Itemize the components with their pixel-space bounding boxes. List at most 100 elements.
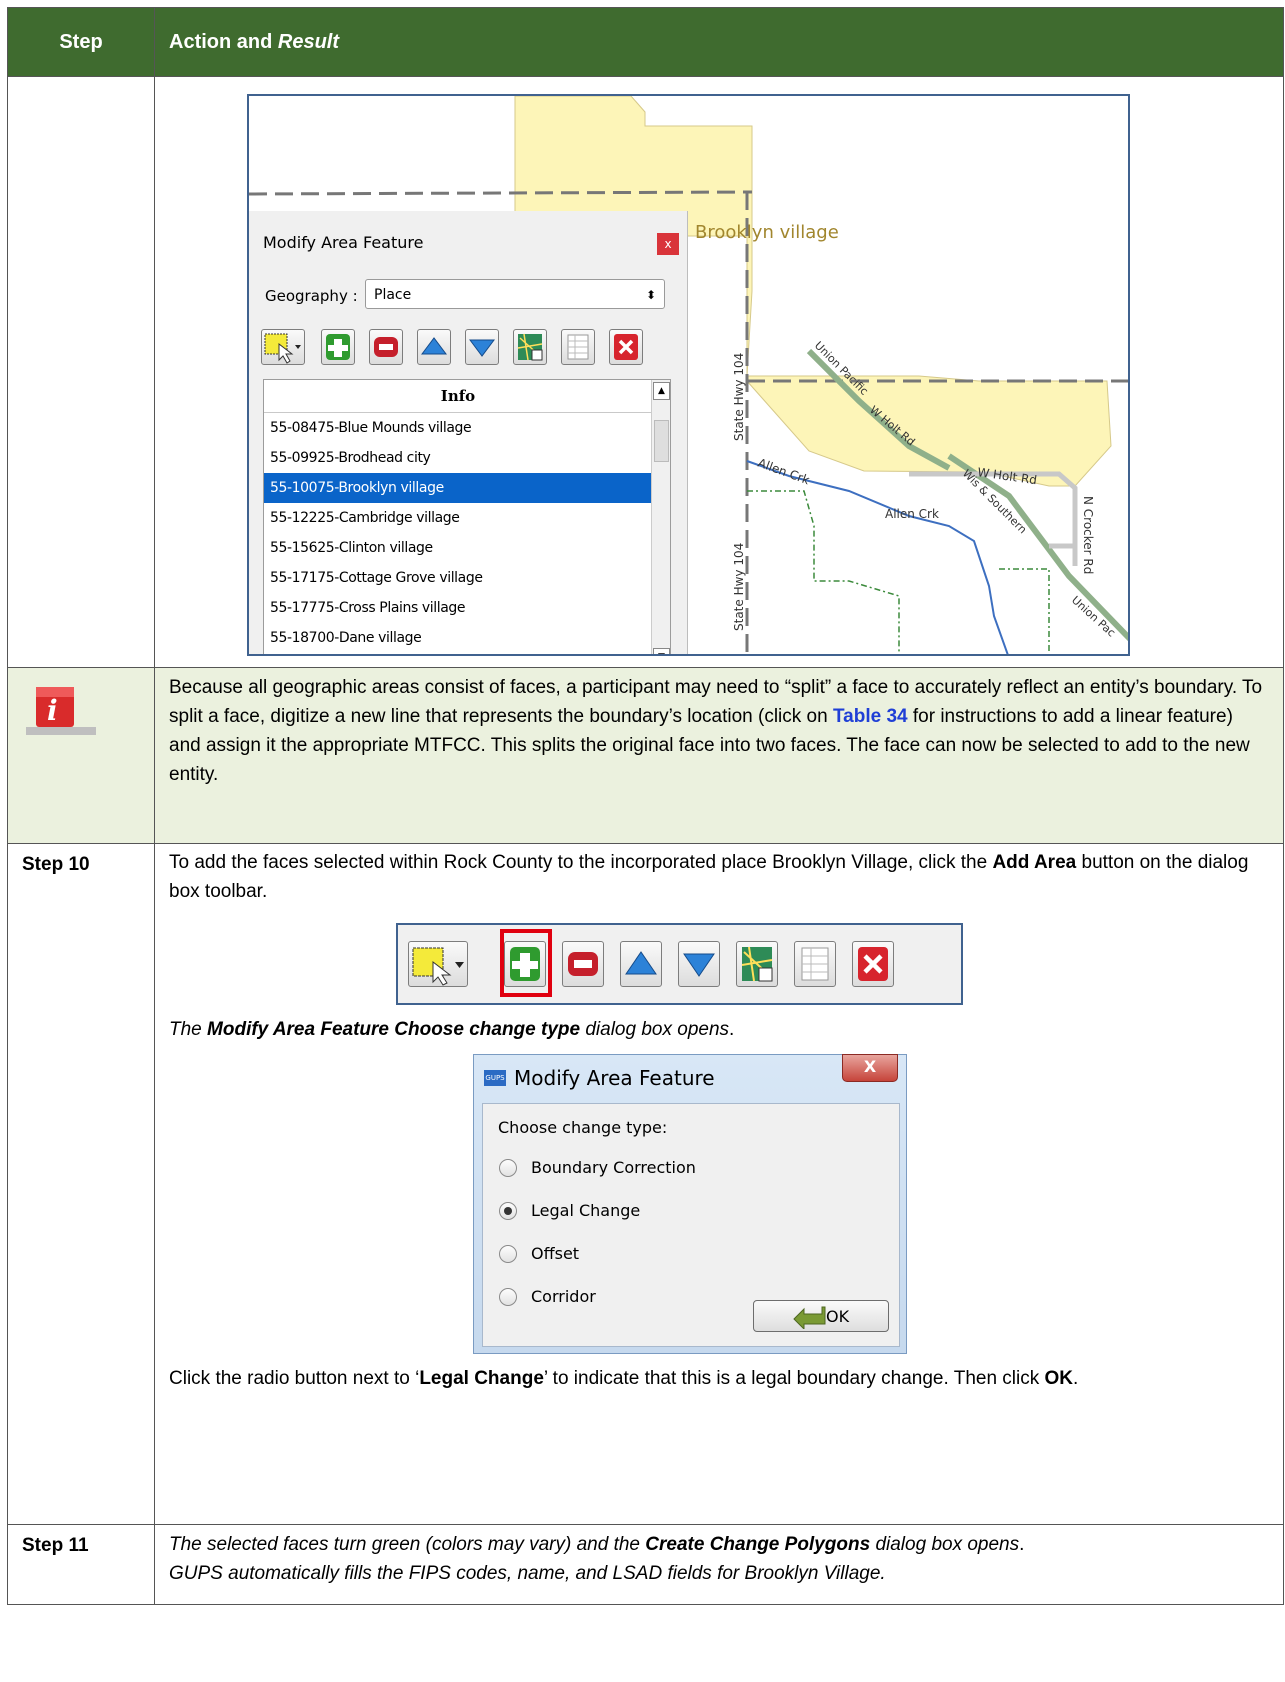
scroll-down-arrow-icon[interactable]: ▼ <box>653 648 670 654</box>
header-result-text: Result <box>277 30 340 53</box>
choose-change-type-dialog: GUPS Modify Area Feature X Choose change… <box>473 1054 907 1354</box>
select-tool-button[interactable] <box>261 329 305 365</box>
step-11-content-cell: The selected faces turn green (colors ma… <box>154 1524 1284 1605</box>
info-list-item[interactable]: 55-18700-Dane village <box>264 623 652 653</box>
step-11-text-3: . <box>1019 1534 1025 1555</box>
step-10-instruction: To add the faces selected within Rock Co… <box>155 844 1283 911</box>
radio-offset[interactable] <box>499 1245 517 1263</box>
note-icon-cell: i <box>7 667 155 844</box>
result-text-pre: The <box>169 1019 208 1040</box>
move-up-button-large[interactable] <box>620 941 662 987</box>
dialog-close-button[interactable]: X <box>842 1054 898 1082</box>
up-arrow-icon <box>625 951 657 975</box>
county-boundary-top <box>249 190 753 196</box>
move-down-button[interactable] <box>465 329 499 365</box>
remove-area-button[interactable] <box>369 329 403 365</box>
info-list-item[interactable]: 55-12225-Cambridge village <box>264 503 652 533</box>
toolbar-screenshot-wrap <box>155 917 1283 1005</box>
table-34-link[interactable]: Table 34 <box>833 706 908 727</box>
remove-icon <box>374 337 398 357</box>
legal-text-1: Click the radio button next to ‘ <box>169 1368 420 1389</box>
map-icon <box>517 333 543 361</box>
radio-label-corridor: Corridor <box>531 1287 596 1306</box>
panel-close-button[interactable]: x <box>657 233 679 255</box>
select-tool-button-large[interactable] <box>408 941 468 987</box>
info-list-item[interactable]: 55-17175-Cottage Grove village <box>264 563 652 593</box>
gups-app-icon: GUPS <box>484 1070 506 1086</box>
close-icon <box>614 334 638 360</box>
step-11-text-2: dialog box opens <box>870 1534 1020 1555</box>
create-change-polygons-term: Create Change Polygons <box>645 1534 871 1555</box>
note-text-cell: Because all geographic areas consist of … <box>154 667 1284 844</box>
step-11-text-1: The selected faces turn green (colors ma… <box>169 1534 646 1555</box>
ok-arrow-icon <box>793 1306 826 1329</box>
info-list-item[interactable]: 55-10075-Brooklyn village <box>264 473 652 503</box>
select-rectangle-icon <box>264 333 301 364</box>
svg-text:i: i <box>47 694 58 727</box>
map-label-hwy-1: State Hwy 104 <box>732 353 746 441</box>
step-10-label-cell: Step 10 <box>7 843 155 1525</box>
empty-step-cell <box>7 76 155 668</box>
up-arrow-icon <box>421 337 447 355</box>
down-arrow-icon <box>469 339 495 357</box>
map-label-crocker: N Crocker Rd <box>1081 496 1095 574</box>
step-10-legal-instruction: Click the radio button next to ‘Legal Ch… <box>155 1364 1283 1398</box>
select-rectangle-icon <box>412 947 464 986</box>
screenshot-cell: Brooklyn village State Hwy 104 State Hwy… <box>154 76 1284 668</box>
remove-icon <box>568 952 598 976</box>
radio-legal-change[interactable] <box>499 1202 517 1220</box>
radio-corridor[interactable] <box>499 1288 517 1306</box>
info-list-header: Info <box>264 380 652 413</box>
add-area-term: Add Area <box>992 852 1077 873</box>
attribute-table-button[interactable] <box>561 329 595 365</box>
table-icon <box>567 334 589 360</box>
geography-select[interactable]: Place ⬍ <box>365 279 665 309</box>
header-action-text: Action and <box>169 30 278 53</box>
dialog-title: Modify Area Feature <box>514 1066 715 1090</box>
header-row: Step Action and Result <box>7 7 1284 77</box>
geography-value: Place <box>374 287 412 303</box>
info-list-item[interactable]: 55-17775-Cross Plains village <box>264 593 652 623</box>
result-text-post: dialog box opens <box>580 1019 730 1040</box>
radio-boundary-correction[interactable] <box>499 1159 517 1177</box>
info-list-rows: 55-08475-Blue Mounds village 55-09925-Bro… <box>264 413 670 653</box>
scroll-up-arrow-icon[interactable]: ▲ <box>653 382 670 400</box>
close-icon <box>858 947 888 981</box>
remove-area-button-large[interactable] <box>562 941 604 987</box>
step-11-text: The selected faces turn green (colors ma… <box>155 1525 1283 1593</box>
information-icon: i <box>22 681 98 739</box>
move-up-button[interactable] <box>417 329 451 365</box>
map-zoom-button[interactable] <box>513 329 547 365</box>
step-10-content-cell: To add the faces selected within Rock Co… <box>154 843 1284 1525</box>
cancel-button[interactable] <box>609 329 643 365</box>
note-paragraph: Because all geographic areas consist of … <box>155 668 1283 794</box>
step-11-text-4: GUPS automatically fills the FIPS codes,… <box>169 1563 886 1584</box>
info-list-item[interactable]: 55-08475-Blue Mounds village <box>264 413 652 443</box>
legal-text-2: ’ to indicate that this is a legal bound… <box>543 1368 1045 1389</box>
ok-term: OK <box>1044 1368 1074 1389</box>
move-down-button-large[interactable] <box>678 941 720 987</box>
map-screenshot: Brooklyn village State Hwy 104 State Hwy… <box>247 94 1130 656</box>
document: Step Action and Result Brooklyn village … <box>7 7 1284 1605</box>
step-10-result: The Modify Area Feature Choose change ty… <box>155 1015 1283 1048</box>
add-area-button[interactable] <box>321 329 355 365</box>
green-boundary <box>747 490 900 654</box>
step-11-row: Step 11 The selected faces turn green (c… <box>7 1524 1284 1605</box>
legal-text-end: . <box>1073 1368 1079 1389</box>
down-arrow-icon <box>683 953 715 977</box>
panel-title: Modify Area Feature <box>263 233 424 252</box>
info-list-item[interactable]: 55-09925-Brodhead city <box>264 443 652 473</box>
radio-label-legal-change: Legal Change <box>531 1201 641 1220</box>
ok-button[interactable]: OK <box>753 1300 889 1332</box>
legal-change-term: Legal Change <box>419 1368 544 1389</box>
steps-table: Step Action and Result Brooklyn village … <box>7 7 1284 1605</box>
attribute-table-button-large[interactable] <box>794 941 836 987</box>
result-text-bold: Modify Area Feature Choose change type <box>207 1019 581 1040</box>
info-list-item[interactable]: 55-15625-Clinton village <box>264 533 652 563</box>
select-arrows-icon: ⬍ <box>645 288 656 302</box>
map-zoom-button-large[interactable] <box>736 941 778 987</box>
info-list-scrollbar[interactable]: ▲ ▼ <box>651 380 670 654</box>
scroll-thumb[interactable] <box>654 420 669 462</box>
step-10-text-1: To add the faces selected within Rock Co… <box>169 852 993 873</box>
cancel-button-large[interactable] <box>852 941 894 987</box>
